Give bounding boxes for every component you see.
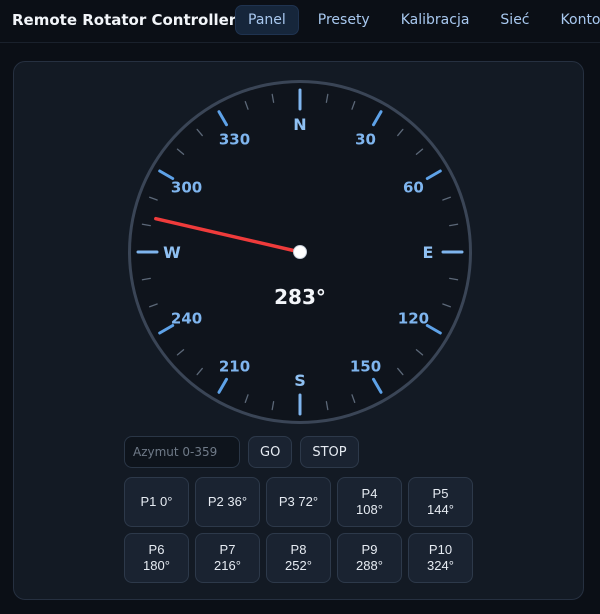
preset-label: P4 108° [356, 486, 383, 518]
main-nav: Panel Presety Kalibracja Sieć Konto [235, 5, 600, 35]
preset-label: P10 324° [427, 542, 454, 574]
preset-name: P7 [219, 542, 236, 557]
preset-degrees: 324° [427, 558, 454, 573]
needle-hub [293, 245, 307, 259]
preset-degrees: 144° [427, 502, 454, 517]
dial-degree-label: 240 [171, 310, 202, 328]
dial-degree-label: 120 [398, 310, 429, 328]
preset-button-p9[interactable]: P9 288° [337, 533, 402, 583]
preset-label: P1 0° [141, 494, 173, 510]
preset-button-p10[interactable]: P10 324° [408, 533, 473, 583]
top-bar: Remote Rotator Controller Panel Presety … [0, 0, 600, 43]
preset-button-p3[interactable]: P3 72° [266, 477, 331, 527]
preset-button-p7[interactable]: P7 216° [195, 533, 260, 583]
stop-button[interactable]: STOP [300, 436, 359, 468]
dial-degree-label: 330 [219, 131, 250, 149]
preset-button-p2[interactable]: P2 36° [195, 477, 260, 527]
preset-name: P8 [290, 542, 307, 557]
nav-item-siec[interactable]: Sieć [488, 6, 541, 34]
preset-grid: P1 0° P2 36° P3 72° P4 108° P5 144° P6 180° P7… [124, 477, 473, 583]
preset-label: P8 252° [285, 542, 312, 574]
nav-item-panel[interactable]: Panel [235, 5, 299, 35]
nav-item-presety[interactable]: Presety [306, 6, 382, 34]
go-button[interactable]: GO [248, 436, 293, 468]
preset-degrees: 216° [214, 558, 241, 573]
dial-degree-label: 150 [350, 357, 381, 375]
preset-button-p4[interactable]: P4 108° [337, 477, 402, 527]
app-title: Remote Rotator Controller [12, 11, 237, 29]
azimuth-dial: N E S W 30 60 120 150 210 240 300 330 283° [128, 80, 472, 424]
preset-name: P9 [361, 542, 378, 557]
preset-name: P10 [428, 542, 453, 557]
preset-degrees: 180° [143, 558, 170, 573]
preset-name: P6 [148, 542, 165, 557]
dial-degree-label: 30 [355, 131, 376, 149]
preset-name: P4 [361, 486, 378, 501]
preset-button-p6[interactable]: P6 180° [124, 533, 189, 583]
preset-degrees: 0° [160, 494, 173, 509]
preset-degrees: 36° [227, 494, 248, 509]
preset-name: P5 [432, 486, 449, 501]
azimuth-input[interactable] [124, 436, 240, 468]
preset-label: P6 180° [143, 542, 170, 574]
preset-label: P5 144° [427, 486, 454, 518]
preset-name: P1 [140, 494, 157, 509]
rotator-panel: NESW3060120150210240300330 283° GO STOP … [13, 61, 584, 600]
preset-label: P3 72° [279, 494, 318, 510]
preset-button-p1[interactable]: P1 0° [124, 477, 189, 527]
preset-button-p8[interactable]: P8 252° [266, 533, 331, 583]
dial-cardinal-s: S [294, 371, 306, 390]
dial-cardinal-w: W [163, 243, 181, 262]
preset-degrees: 288° [356, 558, 383, 573]
preset-degrees: 252° [285, 558, 312, 573]
preset-label: P9 288° [356, 542, 383, 574]
preset-button-p5[interactable]: P5 144° [408, 477, 473, 527]
preset-degrees: 108° [356, 502, 383, 517]
goto-controls: GO STOP [124, 436, 359, 468]
azimuth-readout: 283° [274, 285, 326, 309]
dial-cardinal-n: N [293, 115, 306, 134]
dial-degree-label: 60 [403, 179, 424, 197]
preset-label: P7 216° [214, 542, 241, 574]
preset-name: P2 [207, 494, 224, 509]
preset-label: P2 36° [208, 494, 247, 510]
dial-degree-label: 300 [171, 179, 202, 197]
nav-item-kalibracja[interactable]: Kalibracja [389, 6, 482, 34]
dial-degree-label: 210 [219, 357, 250, 375]
dial-cardinal-e: E [423, 243, 434, 262]
preset-degrees: 72° [298, 494, 319, 509]
nav-item-konto[interactable]: Konto [549, 6, 600, 34]
preset-name: P3 [278, 494, 295, 509]
